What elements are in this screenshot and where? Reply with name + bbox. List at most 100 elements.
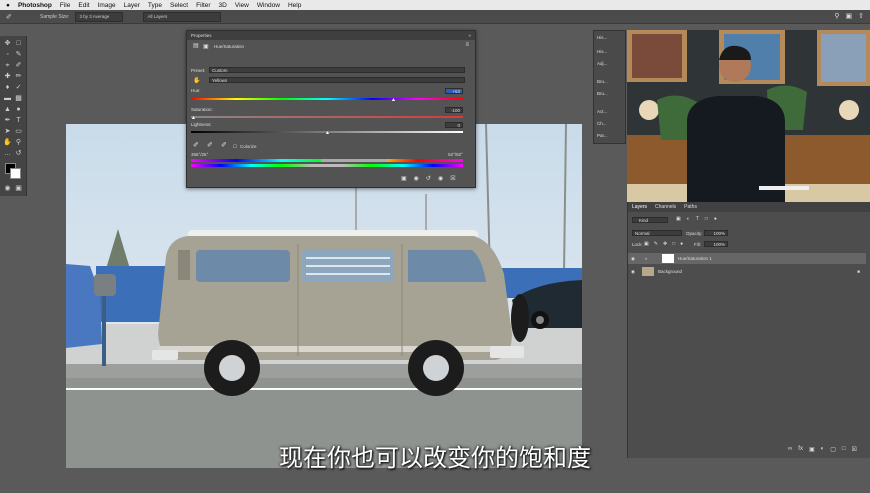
clip-to-layer-icon[interactable]: ▣ — [401, 175, 407, 182]
dodge-tool-icon[interactable]: ● — [14, 105, 23, 114]
filter-type-icon[interactable]: T — [696, 216, 699, 222]
swap-colors-icon[interactable]: ↺ — [14, 149, 23, 158]
pen-tool-icon[interactable]: ✒ — [3, 116, 12, 125]
quick-select-tool-icon[interactable]: ✎ — [14, 50, 23, 59]
lock-image-icon[interactable]: ✎ — [654, 241, 658, 247]
panel-menu-icon[interactable]: ≡ — [465, 42, 469, 48]
view-previous-icon[interactable]: ◉ — [414, 175, 419, 182]
menu-layer[interactable]: Layer — [124, 2, 140, 9]
apple-menu-icon[interactable]: ● — [6, 2, 10, 9]
hue-slider-thumb[interactable]: ▲ — [391, 97, 396, 103]
blur-tool-icon[interactable]: ▲ — [3, 105, 12, 114]
filter-adjustment-icon[interactable]: ◐ — [687, 216, 690, 222]
move-tool-icon[interactable]: ✥ — [3, 39, 12, 48]
layer-row[interactable]: ◉ Background ■ — [628, 266, 866, 277]
eraser-tool-icon[interactable]: ▬ — [3, 94, 12, 103]
sample-size-select[interactable]: 3 by 3 Average — [75, 11, 124, 22]
mask-icon[interactable]: ▣ — [203, 43, 209, 50]
eyedropper-icon[interactable]: ✐ — [6, 13, 12, 21]
hue-slider[interactable] — [191, 98, 463, 100]
menu-help[interactable]: Help — [288, 2, 301, 9]
brush-tool-icon[interactable]: ✏ — [14, 72, 23, 81]
marquee-tool-icon[interactable]: □ — [14, 39, 23, 48]
background-color-swatch[interactable] — [10, 168, 21, 179]
edit-toolbar-icon[interactable]: … — [3, 149, 12, 158]
reset-icon[interactable]: ↺ — [426, 175, 431, 182]
visibility-icon[interactable]: ◉ — [438, 175, 443, 182]
panel-collapse-icon[interactable]: « — [468, 31, 471, 40]
menu-file[interactable]: File — [60, 2, 70, 9]
menu-filter[interactable]: Filter — [196, 2, 210, 9]
lock-artboard-icon[interactable]: □ — [672, 241, 675, 247]
panel-adjustments[interactable]: Adj... — [597, 61, 607, 66]
menu-image[interactable]: Image — [98, 2, 116, 9]
menu-view[interactable]: View — [235, 2, 249, 9]
layer-row[interactable]: ◉ ◐ Hue/Saturation 1 — [628, 253, 866, 264]
tab-paths[interactable]: Paths — [684, 204, 697, 210]
eyedropper-add-icon[interactable]: ✐ — [207, 141, 213, 149]
panel-brush-settings[interactable]: Bru... — [597, 91, 608, 96]
path-select-tool-icon[interactable]: ➤ — [3, 127, 12, 136]
filter-pixel-icon[interactable]: ▣ — [676, 216, 681, 222]
eyedropper-icon-a[interactable]: ✐ — [193, 141, 199, 149]
menu-app-name[interactable]: Photoshop — [18, 2, 52, 9]
menu-window[interactable]: Window — [257, 2, 280, 9]
saturation-slider-thumb[interactable]: ▲ — [191, 115, 196, 121]
delete-icon[interactable]: ☒ — [450, 175, 455, 182]
filter-shape-icon[interactable]: □ — [705, 216, 708, 222]
lock-all-icon[interactable]: ● — [680, 241, 683, 247]
menu-select[interactable]: Select — [170, 2, 188, 9]
filter-smart-icon[interactable]: ● — [714, 216, 717, 222]
targeted-adjust-hand-icon[interactable]: ✋ — [193, 77, 200, 84]
lock-transparent-icon[interactable]: ▣ — [644, 241, 649, 247]
panel-brushes[interactable]: Bru... — [597, 79, 608, 84]
channel-select[interactable]: Yellows — [209, 77, 465, 83]
menu-3d[interactable]: 3D — [219, 2, 227, 9]
workspace-icon[interactable]: ▣ — [846, 12, 853, 20]
panel-histogram[interactable]: His... — [597, 49, 607, 54]
gradient-tool-icon[interactable]: ▩ — [14, 94, 23, 103]
panel-history-1[interactable]: His... — [597, 35, 607, 40]
hue-value-field[interactable]: +53 — [445, 88, 463, 94]
opacity-field[interactable]: 100% — [704, 230, 728, 236]
zoom-tool-icon[interactable]: ⚲ — [14, 138, 23, 147]
saturation-slider[interactable] — [191, 116, 463, 118]
blend-mode-select[interactable]: Normal — [632, 230, 682, 236]
fill-field[interactable]: 100% — [704, 241, 728, 247]
lock-position-icon[interactable]: ✥ — [663, 241, 667, 247]
layer-visibility-icon[interactable]: ◉ — [631, 266, 635, 277]
panel-actions[interactable]: Act... — [597, 109, 607, 114]
tab-channels[interactable]: Channels — [655, 204, 676, 210]
layer-mask-thumbnail[interactable] — [662, 254, 674, 263]
preset-select[interactable]: Custom — [209, 67, 465, 73]
history-brush-icon[interactable]: ✓ — [14, 83, 23, 92]
colorize-checkbox[interactable]: ☐ — [233, 144, 237, 150]
lightness-slider-thumb[interactable]: ▲ — [325, 130, 330, 136]
eyedropper-tool-icon[interactable]: ✐ — [14, 61, 23, 70]
eyedropper-subtract-icon[interactable]: ✐ — [221, 141, 227, 149]
crop-tool-icon[interactable]: ⌖ — [3, 61, 12, 70]
healing-tool-icon[interactable]: ✚ — [3, 72, 12, 81]
range-selector[interactable] — [321, 159, 387, 162]
sample-layers-select[interactable]: All Layers — [143, 11, 222, 22]
panel-channels[interactable]: Ch... — [597, 121, 607, 126]
shape-tool-icon[interactable]: ▭ — [14, 127, 23, 136]
lasso-tool-icon[interactable]: ◦ — [3, 50, 12, 59]
lightness-value-field[interactable]: 0 — [445, 122, 463, 128]
saturation-value-field[interactable]: -100 — [445, 107, 463, 113]
stamp-tool-icon[interactable]: ♦ — [3, 83, 12, 92]
menu-edit[interactable]: Edit — [78, 2, 89, 9]
layer-visibility-icon[interactable]: ◉ — [631, 253, 635, 264]
screen-mode-icon[interactable]: ▣ — [14, 184, 23, 193]
type-tool-icon[interactable]: T — [14, 116, 23, 125]
share-icon[interactable]: ⇧ — [858, 12, 864, 20]
panel-paths[interactable]: Pat... — [597, 133, 608, 138]
layer-thumbnail[interactable] — [642, 267, 654, 276]
quick-mask-icon[interactable]: ◉ — [3, 184, 12, 193]
filter-kind-select[interactable]: Kind — [632, 217, 668, 223]
search-icon[interactable]: ⚲ — [834, 12, 839, 20]
menu-type[interactable]: Type — [148, 2, 162, 9]
tab-layers[interactable]: Layers — [632, 204, 647, 210]
hand-tool-icon[interactable]: ✋ — [3, 138, 12, 147]
range-left-readout: 355°/25° — [191, 152, 209, 157]
